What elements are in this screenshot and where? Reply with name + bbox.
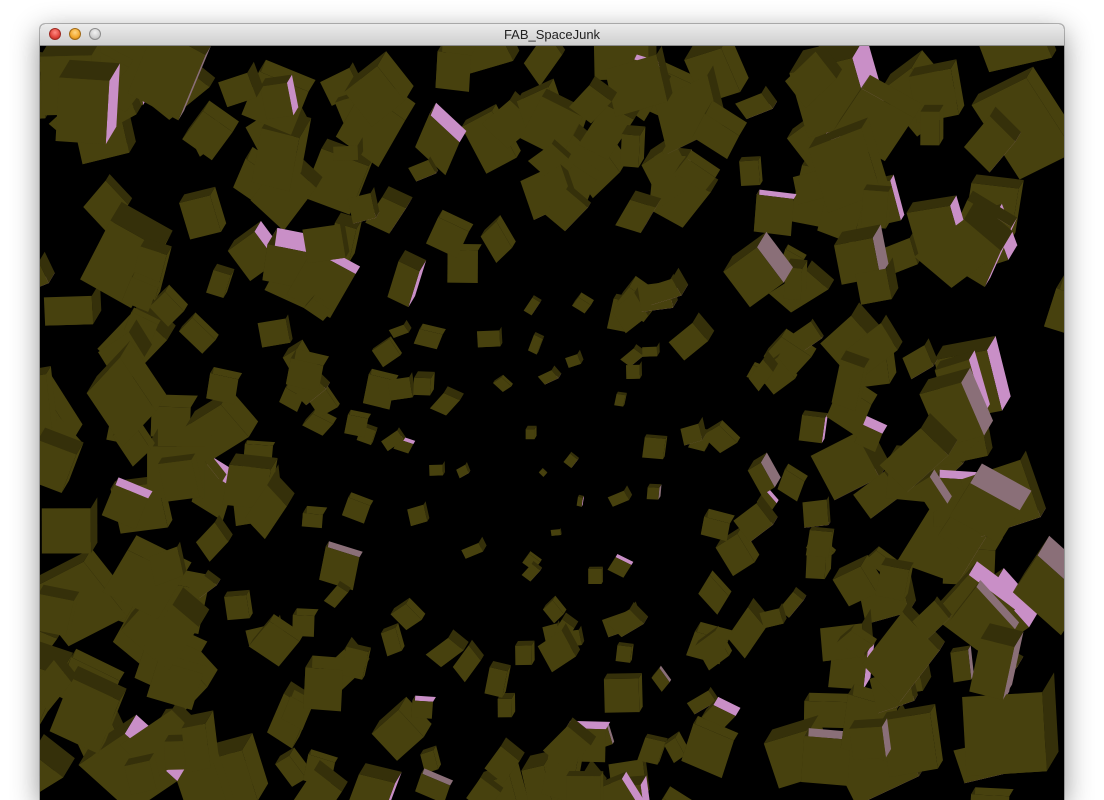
junk-cube bbox=[1043, 275, 1064, 333]
junk-cube bbox=[435, 46, 477, 92]
junk-cube bbox=[759, 603, 787, 629]
junk-cube bbox=[41, 497, 98, 554]
junk-cube bbox=[341, 492, 374, 524]
junk-cube bbox=[260, 74, 299, 120]
junk-cube bbox=[157, 453, 204, 502]
junk-cube bbox=[206, 263, 235, 298]
junk-cube bbox=[257, 314, 293, 348]
junk-cube bbox=[615, 642, 634, 663]
junk-cube bbox=[484, 661, 511, 698]
junk-cube bbox=[637, 733, 668, 765]
junk-cube bbox=[805, 526, 835, 558]
junk-cube bbox=[849, 718, 892, 760]
junk-cube bbox=[620, 124, 646, 168]
junk-cube bbox=[480, 214, 516, 263]
junk-cube bbox=[735, 85, 778, 120]
junk-cube bbox=[182, 100, 239, 161]
junk-cube bbox=[413, 323, 446, 350]
junk-cube bbox=[753, 189, 797, 237]
junk-cube bbox=[727, 597, 772, 659]
junk-cube bbox=[413, 371, 435, 396]
junk-cube bbox=[614, 391, 627, 407]
junk-cube bbox=[642, 342, 660, 357]
junk-cube bbox=[642, 434, 668, 460]
junk-cube bbox=[651, 665, 672, 692]
junk-cube bbox=[565, 349, 584, 368]
junk-cube bbox=[950, 645, 974, 683]
junk-cube bbox=[456, 462, 471, 479]
junk-cube bbox=[420, 745, 442, 774]
junk-cube bbox=[979, 46, 1057, 73]
junk-cube bbox=[550, 527, 562, 536]
junk-cube bbox=[537, 365, 562, 385]
junk-cube bbox=[902, 338, 938, 380]
render-viewport[interactable] bbox=[40, 46, 1064, 800]
junk-cube bbox=[588, 566, 603, 584]
junk-cube bbox=[881, 703, 943, 778]
junk-cube bbox=[641, 267, 689, 306]
junk-cube bbox=[429, 386, 464, 416]
junk-cube bbox=[40, 734, 75, 792]
junk-cube bbox=[563, 451, 580, 469]
junk-cube bbox=[224, 589, 253, 621]
junk-cube bbox=[380, 623, 405, 657]
junk-cube bbox=[349, 763, 402, 800]
junk-cube bbox=[411, 695, 436, 719]
junk-cube bbox=[523, 46, 566, 87]
junk-cube bbox=[920, 104, 944, 146]
junk-cube bbox=[302, 217, 350, 264]
junk-cube bbox=[40, 251, 55, 287]
junk-cube bbox=[698, 570, 732, 615]
title-bar[interactable]: FAB_SpaceJunk bbox=[40, 24, 1064, 46]
junk-cube bbox=[603, 672, 643, 713]
junk-cube bbox=[515, 640, 535, 666]
junk-cube bbox=[492, 374, 513, 393]
space-junk-scene bbox=[40, 46, 1064, 800]
junk-cube bbox=[124, 753, 161, 795]
junk-cube bbox=[747, 452, 781, 496]
junk-cube bbox=[571, 292, 594, 314]
junk-cube bbox=[179, 186, 227, 240]
junk-cube bbox=[55, 59, 120, 145]
junk-cube bbox=[607, 485, 633, 507]
window-title: FAB_SpaceJunk bbox=[503, 27, 601, 42]
junk-cube bbox=[607, 554, 634, 578]
junk-cube bbox=[681, 715, 739, 779]
junk-cube bbox=[461, 536, 487, 559]
junk-cube bbox=[371, 336, 402, 368]
junk-cube bbox=[538, 467, 548, 478]
junk-cube bbox=[415, 768, 454, 800]
junk-cube bbox=[661, 786, 692, 800]
app-window: FAB_SpaceJunk bbox=[40, 24, 1064, 800]
junk-cube bbox=[523, 295, 542, 316]
junk-cube bbox=[195, 514, 233, 562]
junk-cube bbox=[388, 319, 412, 338]
junk-cube bbox=[527, 331, 545, 355]
junk-cube bbox=[970, 787, 1014, 800]
junk-cube bbox=[407, 501, 430, 527]
junk-cube bbox=[798, 410, 828, 444]
junk-cube bbox=[387, 250, 427, 308]
junk-cube bbox=[178, 312, 219, 354]
junk-cube bbox=[646, 483, 662, 500]
junk-cube bbox=[429, 461, 446, 476]
junk-cube bbox=[777, 463, 808, 502]
junk-cube bbox=[181, 710, 219, 773]
junk-cube bbox=[476, 326, 503, 348]
junk-cube bbox=[566, 771, 604, 800]
junk-cube bbox=[525, 425, 537, 440]
junk-cube bbox=[860, 184, 892, 229]
junk-cube bbox=[43, 282, 102, 326]
junk-cube bbox=[40, 366, 57, 431]
junk-cube bbox=[301, 505, 328, 529]
junk-cube bbox=[668, 312, 715, 361]
junk-cube bbox=[702, 420, 741, 454]
junk-cube bbox=[576, 494, 585, 507]
junk-cube bbox=[739, 156, 763, 187]
junk-cube bbox=[802, 496, 831, 528]
